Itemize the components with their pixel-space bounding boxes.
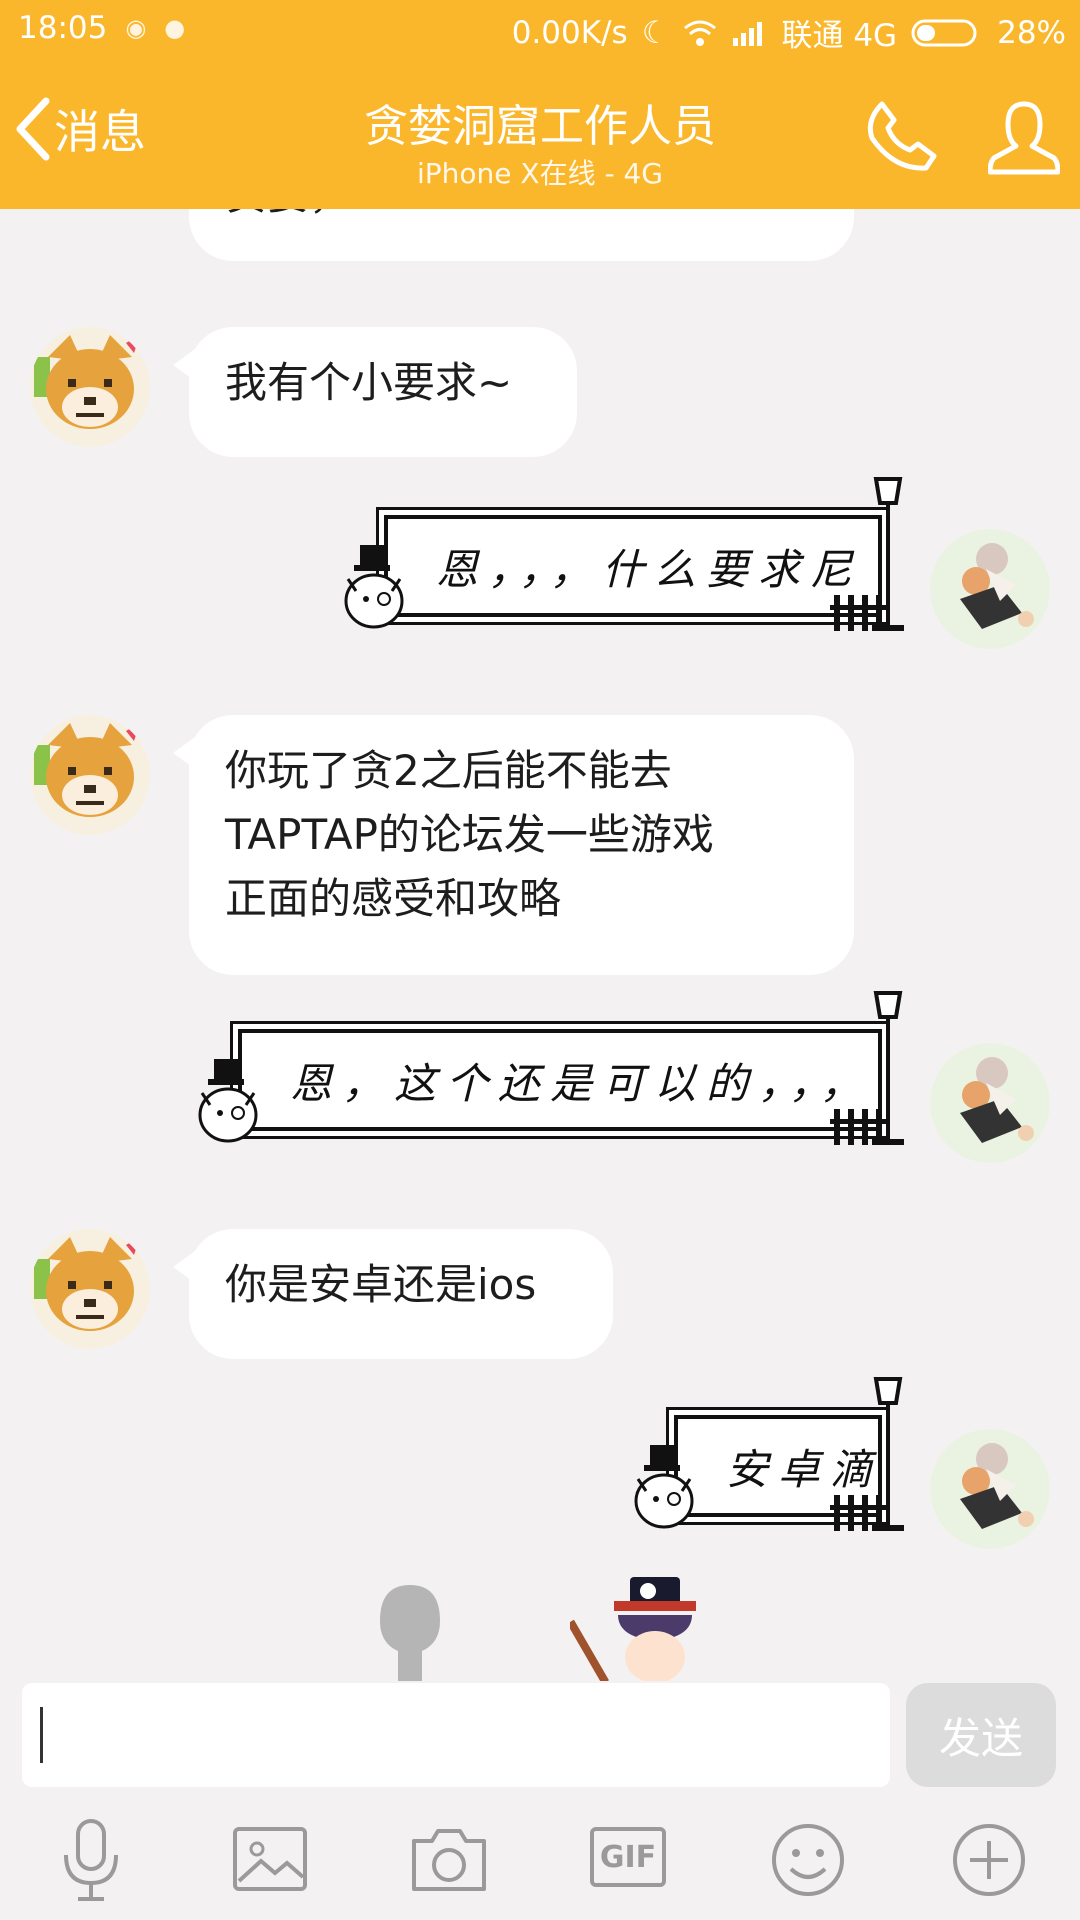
chat-header: 消息 贪婪洞窟工作人员 iPhone X在线 - 4G	[0, 62, 1080, 209]
phone-call-icon[interactable]	[864, 98, 940, 174]
status-bar: 18:05 ◉ ● 0.00K/s ☾ 联通 4G 28%	[0, 0, 1080, 62]
message-input[interactable]	[22, 1683, 890, 1787]
gray-silhouette-icon	[380, 1585, 440, 1681]
cat-mascot-icon	[198, 1059, 258, 1143]
message-bubble[interactable]: 你玩了贪2之后能不能去 TAPTAP的论坛发一些游戏 正面的感受和攻略	[173, 715, 854, 975]
camera-icon[interactable]	[404, 1815, 494, 1905]
emoji-icon[interactable]	[763, 1815, 853, 1905]
chibi-character-icon	[570, 1577, 696, 1681]
message-input-bar: 发送	[0, 1681, 1080, 1793]
message-text-line: 正面的感受和攻略	[225, 874, 562, 923]
plus-icon[interactable]	[944, 1815, 1034, 1905]
self-avatar[interactable]	[930, 529, 1050, 649]
message-text: 我有个小要求~	[225, 358, 513, 407]
microphone-icon[interactable]	[46, 1815, 136, 1905]
message-text-line: TAPTAP的论坛发一些游戏	[225, 810, 714, 859]
battery-level: 28%	[997, 14, 1066, 51]
weibo-notification-icon: ◉	[125, 14, 147, 42]
fence-icon	[830, 595, 890, 631]
sticker-message[interactable]: 恩，，，什么要求尼	[344, 477, 908, 631]
carrier-label: 联通 4G	[781, 18, 898, 54]
message-text: 贪婪，	[225, 209, 351, 219]
message-bubble[interactable]: 你是安卓还是ios	[173, 1229, 613, 1359]
sticker-text: 恩，，，什么要求尼	[384, 515, 882, 617]
contact-avatar[interactable]	[30, 715, 150, 835]
message-bubble[interactable]: 我有个小要求~	[173, 327, 577, 457]
sticker-text: 恩，这个还是可以的，，，	[238, 1029, 882, 1131]
battery-icon	[911, 19, 977, 46]
self-avatar[interactable]	[930, 1429, 1050, 1549]
moon-icon: ☾	[641, 14, 670, 51]
cat-mascot-icon	[634, 1445, 694, 1529]
profile-icon[interactable]	[988, 98, 1060, 178]
signal-icon	[733, 21, 763, 46]
message-bubble[interactable]: 贪婪，	[189, 209, 854, 261]
wifi-icon	[684, 20, 717, 46]
fence-icon	[830, 1109, 890, 1145]
input-toolbar: GIF	[0, 1793, 1080, 1920]
fence-icon	[830, 1495, 890, 1531]
status-time: 18:05	[18, 10, 108, 46]
sticker-message[interactable]: 恩，这个还是可以的，，，	[198, 991, 908, 1145]
network-speed: 0.00K/s	[511, 14, 628, 51]
app-notification-icon: ●	[164, 14, 186, 42]
text-caret	[40, 1707, 43, 1763]
send-button[interactable]: 发送	[906, 1683, 1056, 1787]
message-text: 你是安卓还是ios	[225, 1260, 537, 1309]
self-avatar[interactable]	[930, 1043, 1050, 1163]
chat-message-list[interactable]: 贪婪， 我有个小要求~ 恩，，，什么要求尼 你玩了贪2之后能不能去 TAPTAP…	[0, 209, 1080, 1681]
cat-mascot-icon	[344, 545, 404, 629]
contact-avatar[interactable]	[30, 1229, 150, 1349]
image-icon[interactable]	[225, 1815, 315, 1905]
message-text-line: 你玩了贪2之后能不能去	[225, 746, 672, 795]
gif-icon[interactable]: GIF	[590, 1827, 666, 1887]
sticker-message[interactable]: 安卓滴	[634, 1377, 908, 1531]
contact-avatar[interactable]	[30, 327, 150, 447]
